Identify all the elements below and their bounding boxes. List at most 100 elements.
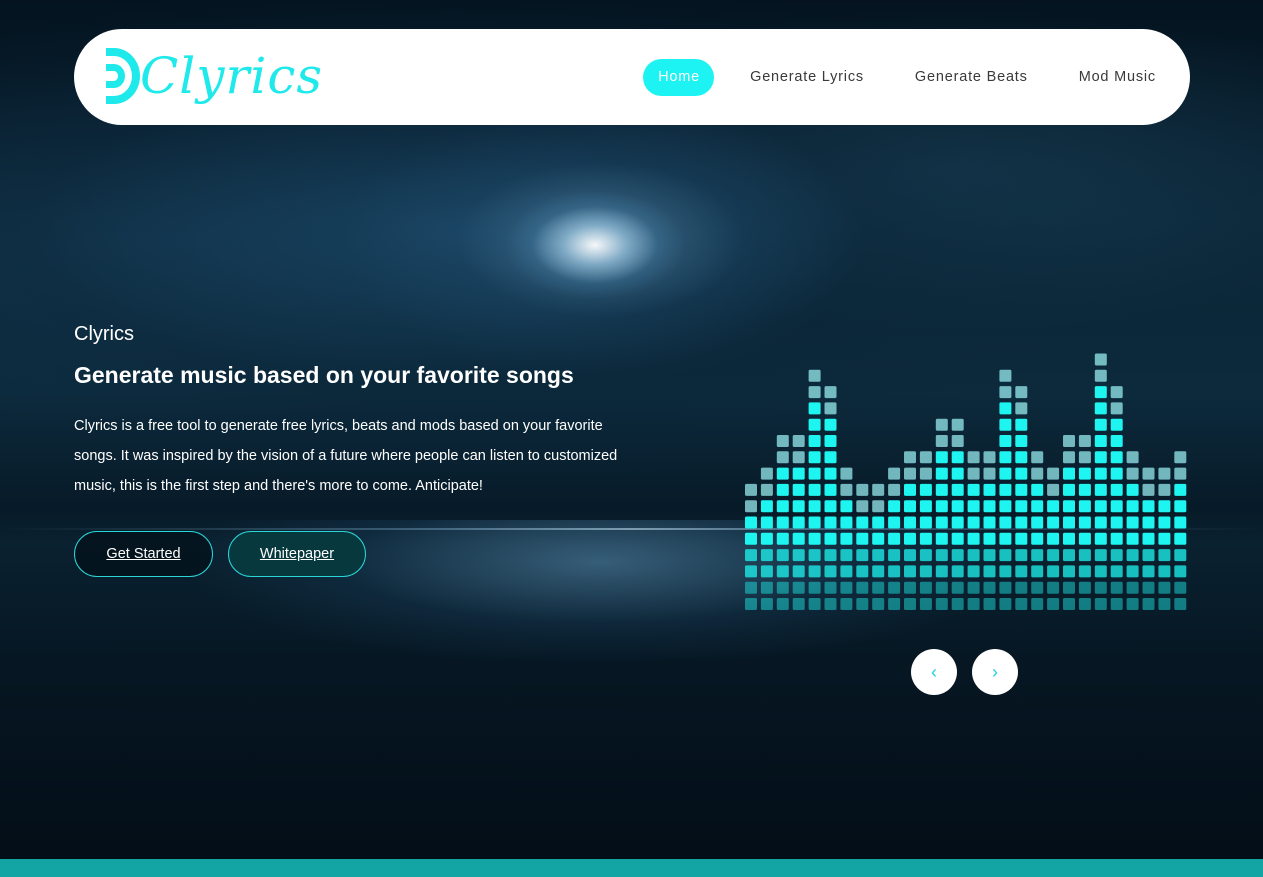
equalizer-block	[872, 549, 885, 562]
equalizer-block	[1110, 516, 1123, 529]
equalizer-block	[904, 532, 916, 545]
equalizer-block	[951, 435, 964, 447]
equalizer-block	[1015, 435, 1028, 447]
equalizer-block	[999, 565, 1012, 578]
equalizer-block	[1110, 418, 1123, 431]
carousel-next-button[interactable]: ›	[972, 649, 1018, 695]
equalizer-block	[1063, 516, 1075, 529]
equalizer-block	[745, 500, 757, 513]
equalizer-block	[840, 598, 853, 610]
equalizer-block	[1142, 467, 1155, 480]
equalizer-block	[1142, 549, 1155, 562]
equalizer-block	[776, 598, 789, 610]
equalizer-block	[872, 565, 885, 578]
equalizer-block	[1126, 467, 1139, 480]
equalizer-block	[872, 500, 885, 513]
equalizer-block	[999, 402, 1012, 415]
equalizer-block	[1015, 402, 1028, 415]
equalizer-block	[745, 565, 757, 578]
equalizer-block	[808, 435, 821, 447]
equalizer-block	[824, 435, 837, 447]
hero-title: Generate music based on your favorite so…	[74, 362, 574, 388]
equalizer-block	[951, 598, 964, 610]
equalizer-block	[1015, 483, 1028, 496]
equalizer-block	[999, 418, 1012, 431]
equalizer-block	[888, 516, 901, 529]
equalizer-block	[951, 516, 964, 529]
whitepaper-button[interactable]: Whitepaper	[228, 531, 366, 577]
equalizer-block	[776, 532, 789, 545]
equalizer-block	[919, 581, 932, 594]
equalizer-block	[760, 549, 773, 562]
equalizer-block	[1110, 581, 1123, 594]
equalizer-block	[1078, 467, 1091, 480]
carousel-prev-button[interactable]: ‹	[911, 649, 957, 695]
equalizer-block	[792, 435, 805, 447]
equalizer-block	[792, 451, 805, 464]
equalizer-block	[1094, 353, 1107, 366]
equalizer-block	[1031, 516, 1044, 529]
equalizer-block	[792, 516, 805, 529]
equalizer-block	[999, 549, 1012, 562]
equalizer-block	[999, 516, 1012, 529]
equalizer-block	[904, 451, 916, 464]
nav-generate-beats[interactable]: Generate Beats	[915, 59, 1028, 96]
equalizer-block	[1174, 532, 1187, 545]
equalizer-block	[776, 467, 789, 480]
logo[interactable]: Clyrics	[102, 44, 323, 108]
equalizer-block	[1063, 467, 1075, 480]
nav-home[interactable]: Home	[643, 59, 715, 96]
equalizer-block	[745, 532, 757, 545]
nav-mod-music[interactable]: Mod Music	[1079, 59, 1156, 96]
equalizer-block	[935, 418, 948, 431]
hero-eyebrow: Clyrics	[74, 323, 134, 345]
nav-generate-lyrics[interactable]: Generate Lyrics	[750, 59, 864, 96]
equalizer-block	[1015, 549, 1028, 562]
equalizer-block	[792, 532, 805, 545]
equalizer-block	[808, 500, 821, 513]
equalizer-block	[872, 581, 885, 594]
equalizer-block	[1078, 598, 1091, 610]
equalizer-block	[824, 418, 837, 431]
equalizer-block	[792, 549, 805, 562]
equalizer-block	[1126, 451, 1139, 464]
equalizer-block	[1015, 598, 1028, 610]
equalizer-block	[1158, 483, 1171, 496]
footer-strip	[0, 859, 1263, 877]
equalizer-block	[983, 532, 996, 545]
equalizer-block	[856, 500, 869, 513]
equalizer-block	[1063, 532, 1075, 545]
equalizer-block	[1078, 581, 1091, 594]
equalizer-block	[808, 467, 821, 480]
equalizer-block	[1110, 565, 1123, 578]
equalizer-block	[919, 451, 932, 464]
equalizer-block	[776, 500, 789, 513]
equalizer-block	[792, 500, 805, 513]
equalizer-block	[760, 483, 773, 496]
equalizer-block	[792, 598, 805, 610]
equalizer-block	[1110, 467, 1123, 480]
equalizer-block	[1126, 500, 1139, 513]
equalizer-block	[856, 532, 869, 545]
equalizer-block	[1174, 516, 1187, 529]
equalizer-block	[1047, 598, 1060, 610]
hero-description: Clyrics is a free tool to generate free …	[74, 418, 618, 494]
equalizer-block	[1094, 435, 1107, 447]
get-started-button[interactable]: Get Started	[74, 531, 213, 577]
equalizer-block	[824, 386, 837, 399]
equalizer-block	[824, 467, 837, 480]
equalizer-block	[840, 516, 853, 529]
equalizer-block	[1078, 565, 1091, 578]
equalizer-block	[919, 467, 932, 480]
equalizer-block	[1031, 532, 1044, 545]
equalizer-block	[760, 565, 773, 578]
equalizer-block	[776, 516, 789, 529]
equalizer-block	[951, 451, 964, 464]
equalizer-block	[919, 549, 932, 562]
equalizer-block	[745, 598, 757, 610]
equalizer-block	[1063, 483, 1075, 496]
equalizer-block	[1110, 435, 1123, 447]
equalizer-block	[999, 386, 1012, 399]
equalizer-block	[999, 532, 1012, 545]
equalizer-block	[983, 549, 996, 562]
